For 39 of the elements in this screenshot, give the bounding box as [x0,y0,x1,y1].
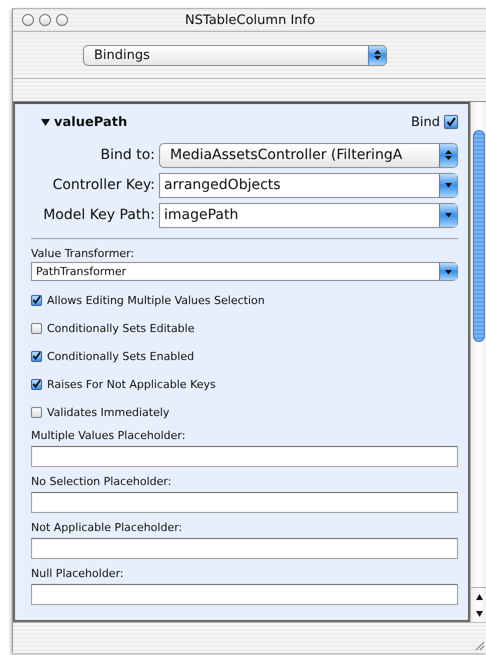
resize-grip-icon[interactable] [473,639,485,651]
window-button[interactable] [22,14,34,26]
checkbox-label: Raises For Not Applicable Keys [47,378,216,390]
field-label: Value Transformer: [31,247,136,260]
input-field[interactable] [31,446,458,467]
window-title: NSTableColumn Info [184,12,316,28]
checkbox-label: Conditionally Sets Editable [47,322,194,334]
field-label: Multiple Values Placeholder: [31,429,186,442]
stepper-icon[interactable] [439,144,457,166]
combo-box[interactable]: PathTransformer [31,262,458,281]
field-label: Null Placeholder: [31,567,125,580]
checkbox-label: Allows Editing Multiple Values Selection [47,294,265,306]
bind-label: Bind [410,114,440,130]
checkbox[interactable] [31,378,42,390]
checkbox[interactable] [31,294,42,306]
window-button[interactable] [56,14,68,26]
disclosure-triangle-icon[interactable] [41,118,50,126]
field-label: Bind to: [100,147,155,163]
input-field[interactable] [31,492,458,513]
window-button[interactable] [39,14,51,26]
field-label: Not Applicable Placeholder: [31,521,184,534]
input-field[interactable] [31,538,458,559]
input-field[interactable] [31,584,458,605]
checkbox[interactable] [31,406,42,418]
checkbox[interactable] [31,350,42,362]
field-label: No Selection Placeholder: [31,475,172,488]
stepper-icon[interactable] [368,46,386,64]
checkbox[interactable] [31,322,42,334]
field-label: Model Key Path: [42,207,155,223]
popup-button[interactable]: MediaAssetsController (FilteringA [159,142,458,168]
field-label: Controller Key: [52,177,155,193]
inspector-popup[interactable]: Bindings [83,44,387,66]
checkbox-label: Conditionally Sets Enabled [47,350,194,362]
combo-box[interactable]: imagePath [159,202,458,228]
combo-box[interactable]: arrangedObjects [159,172,458,198]
checkbox-label: Validates Immediately [47,406,170,418]
scrollbar-thumb[interactable] [473,130,485,342]
checkbox[interactable] [444,115,458,129]
section-title: valuePath [54,114,128,130]
